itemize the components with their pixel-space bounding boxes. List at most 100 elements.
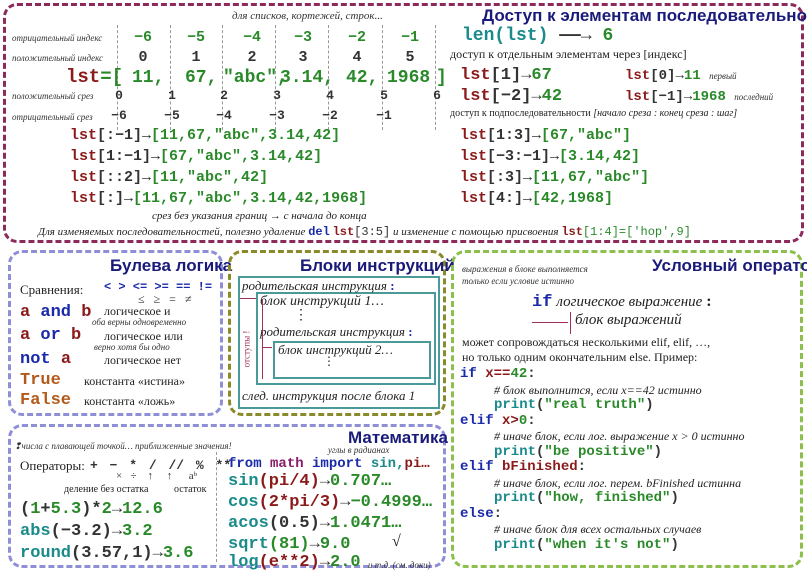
or-example: a or b [20,326,82,345]
code-comment: # иначе блок, если лог. выражение x > 0 … [494,429,745,443]
false-constant: False [20,391,72,410]
list-item: 42, [346,68,379,88]
instruction-blocks-title: Блоки инструкций [300,256,455,275]
pos-slice: 1 [168,88,176,103]
code-line: else: [460,505,503,522]
pos-slice: 4 [326,88,334,103]
neg-slice: −5 [164,108,180,123]
conditional-title: Условный оператор [652,256,807,275]
sqrt-icon: √ [392,533,401,550]
index-example: lst[1]→67 [460,66,552,85]
list-var: lst [66,66,101,88]
neg-index-label: отрицательный индекс [12,33,103,43]
conditional-code: if x==42: # блок выполнится, если x==42 … [460,366,745,553]
conditional-intro: только если условие истинно [462,276,575,286]
neg-index: −5 [186,29,205,46]
code-line: print("how, finished") [494,490,679,506]
block-2: блок инструкций 2… [278,342,393,357]
indent-line [262,299,263,379]
pos-index: 2 [247,49,257,66]
pos-index: 3 [298,49,308,66]
math-example: sqrt(81)→9.0 [228,535,351,554]
slice-example: lst[:]→[11,67,"abc",3.14,42,1968] [70,190,368,207]
indent-arrow-icon [240,298,256,299]
angles-note: углы в радианах [328,445,390,455]
next-instruction: след. инструкция после блока 1 [242,388,416,403]
slice-example: lst[−3:−1]→[3.14,42] [460,148,641,165]
math-example: log(e**2)→2.0 [228,553,361,572]
pos-index: 0 [138,49,148,66]
pos-index: 5 [405,49,415,66]
pos-slice: 3 [273,88,281,103]
slice-example: lst[1:3]→[67,"abc"] [460,127,632,144]
not-desc: логическое нет [104,353,182,367]
false-desc: константа «ложь» [84,394,176,408]
neg-index: −4 [242,29,261,46]
code-comment: # иначе блок, если лог. перем. bFinished… [494,475,742,490]
conditional-desc: может сопровождаться несколькими elif, e… [462,335,711,349]
neg-index: −6 [133,29,152,46]
not-example: not a [20,350,72,369]
or-sub: верно хотя бы одно [94,342,170,352]
if-syntax: if логическое выражение : [532,293,712,312]
math-example: abs(−3.2)→3.2 [20,522,153,541]
pos-slice: 0 [115,88,123,103]
slice-example: lst[:−1]→[11,67,"abc",3.14,42] [70,127,341,144]
index-heading: доступ к отдельным элементам через [инде… [450,47,687,61]
indent-line [570,312,571,334]
code-line: elif x>0: [460,412,536,429]
list-open: =[ [100,66,124,88]
operators-math: × ÷ ↑ ↑ aᵇ [116,470,198,482]
neg-slice-label: отрицательный срез [12,112,93,122]
neg-slice: −1 [376,108,392,123]
pos-index-label: положительный индекс [12,53,104,63]
neg-slice: −4 [216,108,232,123]
mod-label: остаток [174,484,207,495]
index-example: lst[0]→11 первый [625,68,737,84]
neg-index: −2 [347,29,366,46]
slice-example: lst[4:]→[42,1968] [460,190,614,207]
true-constant: True [20,371,61,390]
conditional-intro: выражения в блоке выполняется [462,264,588,274]
and-example: a and b [20,303,92,322]
sequence-access-title: Доступ к элементам последовательностей [482,6,807,25]
index-example: lst[−1]→1968 последний [625,89,774,105]
math-import: from math import sin,pi… [228,456,430,472]
boolean-logic-title: Булева логика [110,256,233,275]
pos-slice-label: положительный срез [12,91,94,101]
neg-slice: −2 [322,108,338,123]
indent-arrow-icon [262,347,272,348]
code-line: elif bFinished: [460,459,587,475]
slice-example: lst[:3]→[11,67,"abc"] [460,169,650,186]
ellipsis-icon: ⋮ [294,308,308,323]
slice-example: lst[::2]→[11,"abc",42] [70,169,269,186]
conditional-desc: но только одним окончательним else. Прим… [462,350,698,364]
pos-slice: 2 [220,88,228,103]
index-example: lst[−2]→42 [460,87,563,106]
code-line: print("be positive") [494,443,663,460]
math-example: (1+5.3)*2→12.6 [20,500,163,519]
neg-slice: −3 [269,108,285,123]
code-comment: # блок выполнится, если x==42 истинно [494,382,702,397]
pos-index: 1 [191,49,201,66]
block-1: блок инструкций 1… [260,294,384,309]
math-example: acos(0.5)→1.0471… [228,514,402,533]
neg-slice: −6 [111,108,127,123]
math-example: cos(2*pi/3)→−0.4999… [228,493,433,512]
and-sub: оба верны одновременно [92,317,187,327]
info-icon: ❢ [14,441,22,451]
int-div-label: деление без остатка [64,484,149,495]
slice-example: lst[1:−1]→[67,"abc",3.14,42] [70,148,323,165]
list-item: 1968 [387,68,431,88]
list-close: ] [436,68,447,88]
code-line: print("when it's not") [494,536,679,553]
list-item: "abc", [223,68,288,88]
code-comment: # иначе блок для всех остальных случаев [494,522,702,536]
long-arrow-icon: ——→ [548,26,603,46]
indent-arrow-icon [532,322,568,323]
float-note: ❢числа с плавающей точкой… приближенные … [14,441,232,451]
mutable-note: Для изменяемых последовательностей, поле… [38,225,691,239]
neg-index: −3 [293,29,312,46]
pos-slice: 6 [433,88,441,103]
pos-index: 4 [352,49,362,66]
